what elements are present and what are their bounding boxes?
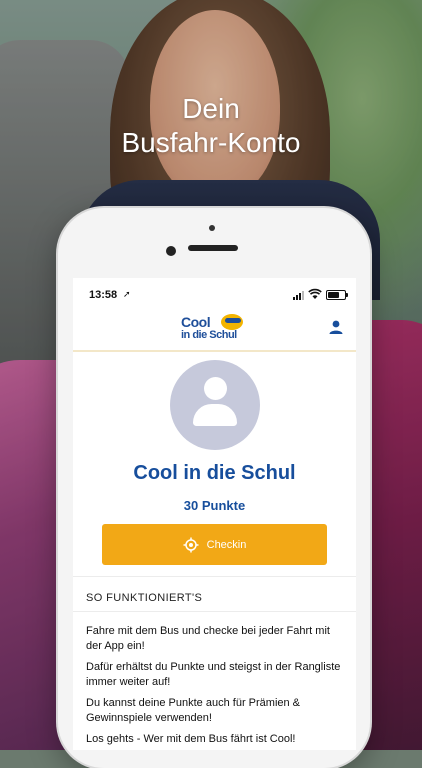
crosshair-icon: [183, 537, 199, 552]
profile-name: Cool in die Schul: [133, 462, 296, 484]
earpiece-speaker: [188, 245, 238, 251]
divider: [73, 576, 356, 577]
logo-text-line-2: in die Schul: [181, 329, 237, 341]
promo-headline: Dein Busfahr-Konto: [0, 92, 422, 160]
cell-signal-icon: [293, 291, 304, 300]
info-paragraph: Du kannst deine Punkte auch für Prämien …: [86, 697, 301, 724]
headline-line-2: Busfahr-Konto: [121, 127, 301, 158]
user-silhouette-icon: [170, 360, 260, 450]
location-arrow-icon: ➚: [123, 289, 131, 299]
info-paragraph: Fahre mit dem Bus und checke bei jeder F…: [86, 625, 330, 652]
person-icon[interactable]: [328, 319, 344, 335]
sensor-dot: [209, 225, 215, 231]
how-it-works-title: SO FUNKTIONIERT'S: [86, 592, 203, 604]
checkin-button[interactable]: Checkin: [102, 524, 327, 565]
wifi-icon: [308, 288, 322, 299]
headline-line-1: Dein: [182, 93, 240, 124]
battery-icon: [326, 290, 348, 300]
info-paragraph: Dafür erhältst du Punkte und steigst in …: [86, 661, 341, 688]
app-logo: Cool in die Schul: [175, 312, 255, 346]
divider: [73, 611, 356, 612]
checkin-label: Checkin: [206, 538, 247, 551]
app-header: Cool in die Schul: [73, 312, 356, 352]
status-bar: 13:58 ➚: [73, 278, 356, 312]
app-screen: 13:58 ➚ Cool in die Schul Cool in die Sc…: [73, 278, 356, 750]
points-label: 30 Punkte: [183, 498, 246, 513]
front-camera: [166, 246, 176, 256]
logo-text-line-1: Cool: [181, 314, 211, 330]
status-time: 13:58: [89, 289, 118, 301]
info-paragraph: Los gehts - Wer mit dem Bus fährt ist Co…: [86, 733, 296, 745]
how-it-works-text: Fahre mit dem Bus und checke bei jeder F…: [86, 624, 344, 750]
